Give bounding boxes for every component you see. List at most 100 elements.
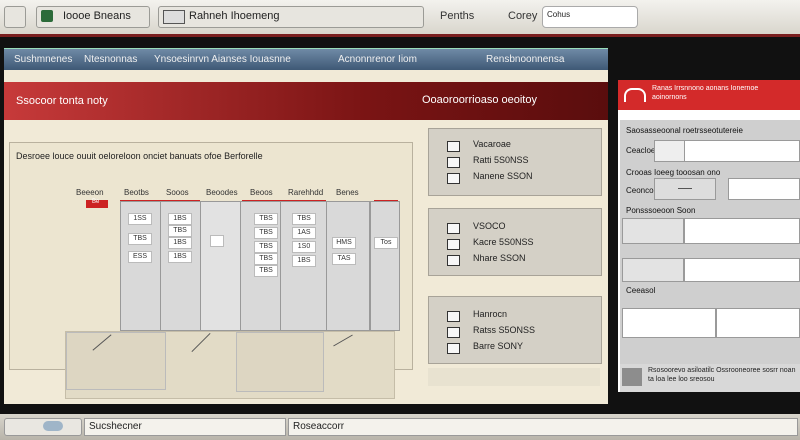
menu-corey[interactable]: Corey [508, 10, 537, 22]
col-head-1: Beeeon [76, 188, 104, 197]
nav-item-3[interactable]: Ynsoesinrvn Aianses Iouasnne [154, 54, 291, 65]
checkbox-1b[interactable] [447, 157, 460, 168]
right-input-4b[interactable] [684, 258, 800, 282]
card2-line1: VSOCO [473, 221, 506, 231]
col-head-7: Benes [336, 188, 359, 197]
trend-line-2 [191, 332, 211, 353]
cell-c6-r2: TAS [332, 253, 356, 265]
menu-penths[interactable]: Penths [440, 10, 474, 22]
info-card-1[interactable]: Vacaroae Ratti 5S0NSS Nanene SSON [428, 128, 602, 196]
bottom-field-2[interactable]: Roseaccorr [288, 418, 798, 436]
cell-c1-r1: 1SS [128, 213, 152, 225]
cell-c5-r2: 1AS [292, 227, 316, 239]
bottom-label-2: Roseaccorr [293, 421, 345, 432]
right-input-2-handle[interactable] [678, 188, 692, 189]
info-card-2[interactable]: VSOCO Kacre 5S0NSS Nhare SSON [428, 208, 602, 276]
card-footer-bar [428, 368, 600, 386]
checkbox-2b[interactable] [447, 239, 460, 250]
main-panel: Ssocoor tonta noty Ooaoroorrioaso oeoito… [4, 70, 608, 432]
right-input-4[interactable] [622, 258, 684, 282]
card1-line1: Vacaroae [473, 139, 511, 149]
cell-c3 [210, 235, 224, 247]
lower-bars [65, 331, 395, 399]
page-tab-title: Rahneh Ihoemeng [189, 10, 280, 22]
col-head-6: Rarehhdd [288, 188, 324, 197]
header-right-title: Ooaoroorrioaso oeoitoy [422, 94, 537, 106]
cell-c5-r1: TBS [292, 213, 316, 225]
cell-c2-r1: 1BS [168, 213, 192, 225]
cell-c4-r4: TBS [254, 253, 278, 265]
card3-line2: Ratss S5ONSS [473, 325, 536, 335]
nav-item-1[interactable]: Sushmnenes [14, 54, 72, 65]
col-head-4: Beoodes [206, 188, 238, 197]
grid-column-6 [326, 201, 370, 331]
panel-title: Desroee louce ouuit oeloreloon onciet ba… [16, 151, 263, 161]
col-head-5: Beoos [250, 188, 273, 197]
card2-line3: Nhare SSON [473, 253, 526, 263]
cell-c2-r4: 1BS [168, 251, 192, 263]
cell-c1-r3: ESS [128, 251, 152, 263]
right-input-5[interactable] [622, 308, 716, 338]
trend-line-3 [333, 334, 353, 347]
right-header-icon [624, 88, 646, 102]
app-tab[interactable]: Ioooe Bneans [36, 6, 150, 28]
card3-line1: Hanrocn [473, 309, 508, 319]
nav-item-5[interactable]: Rensbnoonnensa [486, 54, 564, 65]
cell-c4-r2: TBS [254, 227, 278, 239]
card1-line3: Nanene SSON [473, 171, 533, 181]
right-footer-image [622, 368, 642, 386]
right-form: Saosasseoonal roetrsseotutereie Ceacloe … [620, 120, 800, 364]
bottom-toggle[interactable] [4, 418, 82, 436]
checkbox-3c[interactable] [447, 343, 460, 354]
back-button[interactable] [4, 6, 26, 28]
cell-c2-r3: 1BS [168, 237, 192, 249]
cell-c4-r1: TBS [254, 213, 278, 225]
card1-line2: Ratti 5S0NSS [473, 155, 529, 165]
toggle-knob-icon [43, 421, 63, 431]
nav-item-4[interactable]: Acnonnrenor Iiom [338, 54, 417, 65]
right-label-1: Saosasseoonal roetrsseotutereie [626, 126, 743, 135]
col-head-3: Sooos [166, 188, 189, 197]
nav-bar: Sushmnenes Ntesnonnas Ynsoesinrvn Aianse… [4, 48, 608, 71]
checkbox-2c[interactable] [447, 255, 460, 266]
top-toolbar: Ioooe Bneans Rahneh Ihoemeng Penths Core… [0, 0, 800, 37]
checkbox-3b[interactable] [447, 327, 460, 338]
col-tab-mark: Be [92, 199, 100, 205]
right-input-3[interactable] [622, 218, 684, 244]
app-logo-icon [41, 10, 53, 22]
right-label-3: Crooas Ioeeg tooosan ono [626, 168, 721, 177]
right-input-1b[interactable] [684, 140, 800, 162]
search-input[interactable]: Cohus [542, 6, 638, 28]
info-card-3[interactable]: Hanrocn Ratss S5ONSS Barre SONY [428, 296, 602, 364]
right-input-2b[interactable] [728, 178, 800, 200]
right-label-2: Ceacloe [626, 146, 656, 155]
right-footer: Rsosoorevo asiloatilc Ossrooneoree sosrr… [620, 364, 800, 392]
cell-c5-r4: 1BS [292, 255, 316, 267]
checkbox-1c[interactable] [447, 173, 460, 184]
app-title: Ioooe Bneans [63, 10, 131, 22]
checkbox-2a[interactable] [447, 223, 460, 234]
search-value: Cohus [547, 10, 571, 19]
cell-c7: Tos [374, 237, 398, 249]
bar-block-1 [66, 332, 166, 390]
col-tab-1[interactable]: Be [86, 199, 108, 208]
right-label-6: Ceeasol [626, 286, 656, 295]
right-header-text: Ranas Irrsnnono aonans Ionernoe aoinorno… [652, 85, 759, 101]
right-input-2[interactable] [654, 178, 716, 200]
header-left-title: Ssocoor tonta noty [16, 95, 108, 107]
nav-item-2[interactable]: Ntesnonnas [84, 54, 137, 65]
grid-panel: Desroee louce ouuit oeloreloon onciet ba… [9, 142, 413, 432]
right-header: Ranas Irrsnnono aonans Ionernoe aoinorno… [618, 80, 800, 110]
right-input-5b[interactable] [716, 308, 800, 338]
checkbox-3a[interactable] [447, 311, 460, 322]
checkbox-1a[interactable] [447, 141, 460, 152]
right-input-3b[interactable] [684, 218, 800, 244]
cell-c4-r5: TBS [254, 265, 278, 277]
main-header: Ssocoor tonta noty Ooaoroorrioaso oeoito… [4, 82, 608, 120]
bottom-field-1[interactable]: Sucshecner [84, 418, 286, 436]
bottom-bar: Sucshecner Roseaccorr [0, 414, 800, 440]
window-icon [163, 10, 185, 24]
page-tab[interactable]: Rahneh Ihoemeng [158, 6, 424, 28]
cell-c1-r2: TBS [128, 233, 152, 245]
grid-column-3 [200, 201, 242, 331]
